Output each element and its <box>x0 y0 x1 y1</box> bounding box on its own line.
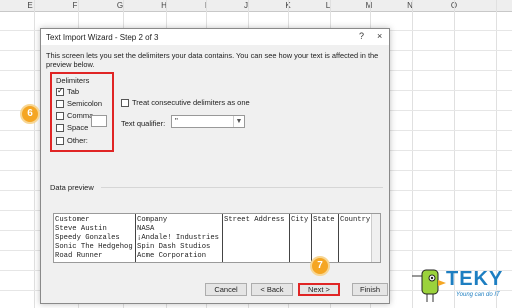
comma-label: Comma <box>67 111 94 120</box>
text-qualifier-value: " <box>175 117 178 126</box>
chevron-down-icon[interactable]: ▼ <box>233 116 244 127</box>
semicolon-checkbox[interactable] <box>56 100 64 108</box>
close-icon[interactable]: × <box>377 31 382 41</box>
logo-wordmark: TEKY <box>446 268 504 290</box>
preview-cell: Speedy Gonzales <box>55 234 120 242</box>
bird-icon <box>412 269 446 302</box>
grid-line <box>454 0 455 308</box>
preview-cell: State <box>313 216 335 224</box>
space-label: Space <box>67 123 89 132</box>
text-qualifier-label: Text qualifier: <box>121 119 166 128</box>
step-7-badge: 7 <box>310 256 330 276</box>
preview-column[interactable]: City <box>290 214 312 262</box>
column-letter[interactable]: H <box>144 1 184 10</box>
cancel-button[interactable]: Cancel <box>205 283 247 296</box>
text-import-wizard-dialog: Text Import Wizard - Step 2 of 3 ? × Thi… <box>40 28 390 304</box>
column-letter[interactable]: M <box>349 1 389 10</box>
data-preview-pane[interactable]: Customer Steve Austin Speedy Gonzales So… <box>53 213 381 263</box>
finish-button[interactable]: Finish <box>352 283 388 296</box>
preview-cell: Road Runner <box>55 252 103 260</box>
semicolon-label: Semicolon <box>67 99 103 108</box>
preview-cell: Street Address <box>224 216 285 224</box>
preview-cell: Company <box>137 216 168 224</box>
comma-checkbox[interactable] <box>56 112 64 120</box>
tab-label: Tab <box>67 87 80 96</box>
grid-line <box>496 0 497 308</box>
next-button[interactable]: Next > <box>298 283 340 296</box>
preview-column[interactable]: Customer Steve Austin Speedy Gonzales So… <box>54 214 136 262</box>
preview-scrollbar[interactable] <box>371 214 380 262</box>
teky-logo: TEKY Young can do IT <box>412 266 508 306</box>
dialog-titlebar[interactable]: Text Import Wizard - Step 2 of 3 ? × <box>41 29 389 45</box>
step-6-badge: 6 <box>20 104 40 124</box>
preview-column[interactable]: State <box>312 214 339 262</box>
grid-line <box>412 0 413 308</box>
consecutive-checkbox[interactable] <box>121 99 129 107</box>
data-preview-label: Data preview <box>50 183 94 192</box>
preview-cell: City <box>291 216 309 224</box>
column-letter[interactable]: G <box>100 1 140 10</box>
preview-cell: NASA <box>137 225 155 233</box>
back-button[interactable]: < Back <box>251 283 293 296</box>
preview-divider <box>101 187 383 188</box>
preview-cell: Country <box>340 216 371 224</box>
column-letter[interactable]: J <box>226 1 266 10</box>
column-header-bar: E F G H I J K L M N O <box>0 0 512 12</box>
space-checkbox[interactable] <box>56 124 64 132</box>
other-checkbox[interactable] <box>56 137 64 145</box>
preview-cell: Sonic The Hedgehog <box>55 243 133 251</box>
tab-checkbox[interactable] <box>56 86 64 96</box>
preview-cell: Customer <box>55 216 90 224</box>
column-letter[interactable]: F <box>55 1 95 10</box>
text-qualifier-select[interactable]: " ▼ <box>171 115 245 128</box>
preview-cell: ¡Andale! Industries <box>137 234 219 242</box>
other-label: Other: <box>67 136 88 145</box>
consecutive-label: Treat consecutive delimiters as one <box>132 98 250 107</box>
column-letter[interactable]: L <box>308 1 348 10</box>
preview-column[interactable]: Street Address <box>223 214 290 262</box>
other-delimiter-input[interactable] <box>91 115 107 127</box>
step-description: This screen lets you set the delimiters … <box>46 51 379 69</box>
preview-cell: Steve Austin <box>55 225 107 233</box>
preview-column[interactable]: Company NASA ¡Andale! Industries Spin Da… <box>136 214 223 262</box>
logo-tagline: Young can do IT <box>456 292 500 298</box>
delimiters-group: Delimiters Tab Semicolon Comma Space Oth… <box>50 72 114 152</box>
preview-column[interactable]: Country <box>339 214 372 262</box>
preview-cell: Acme Corporation <box>137 252 207 260</box>
preview-cell: Spin Dash Studios <box>137 243 211 251</box>
grid-line <box>34 0 35 308</box>
column-letter[interactable]: E <box>10 1 50 10</box>
delimiters-heading: Delimiters <box>56 76 90 85</box>
help-icon[interactable]: ? <box>359 31 364 41</box>
dialog-title: Text Import Wizard - Step 2 of 3 <box>46 33 159 42</box>
column-letter[interactable]: N <box>390 1 430 10</box>
